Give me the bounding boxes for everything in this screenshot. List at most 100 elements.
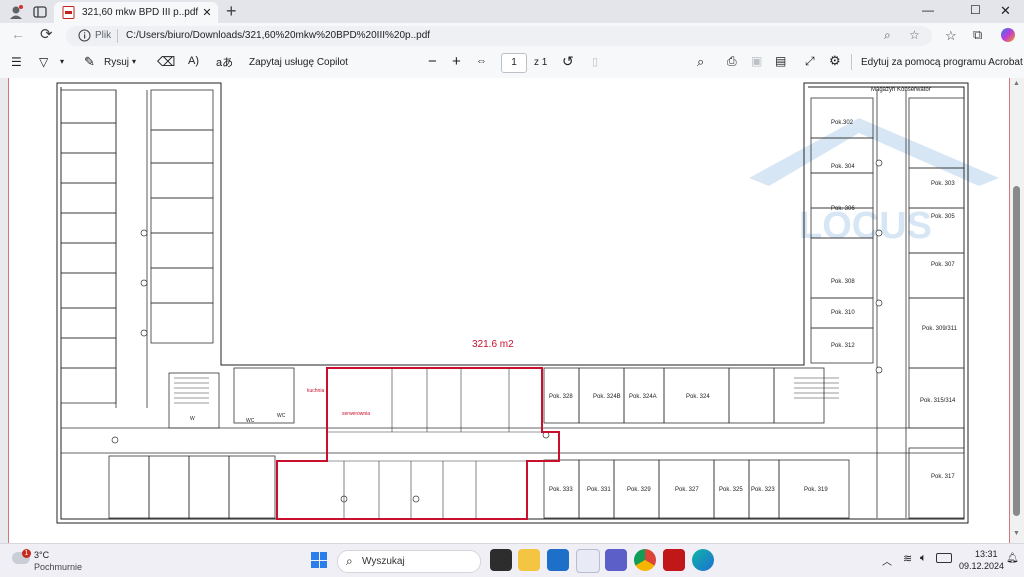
zoom-out-button[interactable]: − bbox=[428, 53, 437, 70]
battery-icon[interactable] bbox=[936, 553, 952, 563]
edge-icon[interactable] bbox=[692, 549, 714, 571]
separator bbox=[851, 54, 852, 70]
chevron-down-icon[interactable]: ▾ bbox=[132, 57, 136, 66]
page-total: z 1 bbox=[534, 57, 548, 68]
search-placeholder: Wyszukaj bbox=[362, 556, 405, 567]
notepad-icon[interactable] bbox=[576, 549, 600, 573]
read-aloud-icon[interactable]: A) bbox=[188, 55, 199, 67]
room-label: Pok. 331 bbox=[587, 487, 611, 493]
tab-actions-icon[interactable] bbox=[33, 5, 47, 19]
room-label: Pok.302 bbox=[831, 120, 854, 126]
room-label: Pok. 315/314 bbox=[920, 398, 956, 404]
search-icon: ⌕ bbox=[346, 554, 353, 568]
draw-label[interactable]: Rysuj bbox=[104, 57, 129, 68]
room-label: Pok. 323 bbox=[751, 487, 775, 493]
eraser-icon[interactable]: ⌫ bbox=[157, 54, 175, 70]
room-label: Pok. 312 bbox=[831, 343, 855, 349]
zoom-icon[interactable]: ⌕ bbox=[884, 28, 891, 43]
separator bbox=[117, 29, 118, 43]
title-bar: 321,60 mkw BPD III p..pdf ✕ + — ☐ ✕ bbox=[0, 0, 1024, 23]
save-as-icon[interactable]: ▤ bbox=[775, 54, 786, 68]
w-label: W bbox=[190, 416, 195, 422]
page-number-input[interactable]: 1 bbox=[501, 53, 527, 73]
clock-time[interactable]: 13:31 bbox=[975, 549, 998, 559]
url-text[interactable]: C:/Users/biuro/Downloads/321,60%20mkw%20… bbox=[126, 30, 430, 41]
room-label: Pok. 304 bbox=[831, 164, 855, 170]
room-label: Pok. 309/311 bbox=[922, 326, 957, 332]
taskbar: 1 3°C Pochmurnie ⌕ Wyszukaj ︿ ≋ 🔈︎ 13:31… bbox=[0, 543, 1024, 577]
teams-icon[interactable] bbox=[605, 549, 627, 571]
room-label: Pok. 324A bbox=[629, 394, 657, 400]
notification-bell-icon[interactable]: 🔔︎ bbox=[1006, 553, 1019, 564]
watermark-logo: LOCUS bbox=[749, 118, 999, 247]
tab-pdf[interactable]: 321,60 mkw BPD III p..pdf ✕ bbox=[54, 2, 218, 23]
scroll-down-icon[interactable]: ▼ bbox=[1013, 530, 1020, 537]
room-label: Pok. 306 bbox=[831, 206, 855, 212]
highlight-icon[interactable]: ▽ bbox=[39, 55, 48, 69]
area-label: 321.6 m2 bbox=[472, 339, 514, 350]
task-view-icon[interactable] bbox=[490, 549, 512, 571]
two-page-icon[interactable]: ▯ bbox=[592, 55, 598, 68]
room-label: Pok. 328 bbox=[549, 394, 573, 400]
refresh-icon[interactable]: ⟳ bbox=[40, 25, 53, 43]
svg-text:LOCUS: LOCUS bbox=[799, 205, 932, 247]
store-icon[interactable] bbox=[547, 549, 569, 571]
fit-page-icon[interactable]: ⇔ bbox=[476, 55, 487, 67]
gear-icon[interactable]: ⚙ bbox=[829, 53, 841, 69]
room-label: Pok. 308 bbox=[831, 279, 855, 285]
maximize-button[interactable]: ☐ bbox=[970, 3, 981, 17]
room-label: Pok. 317 bbox=[931, 474, 955, 480]
file-label: Plik bbox=[95, 30, 112, 41]
favorite-star-icon[interactable]: ☆ bbox=[909, 28, 920, 42]
room-label: Pok. 324B bbox=[593, 394, 621, 400]
close-tab-icon[interactable]: ✕ bbox=[202, 7, 212, 19]
kitchen-label: kuchnia bbox=[307, 388, 325, 394]
draw-icon[interactable]: ✎ bbox=[84, 54, 95, 70]
weather-badge: 1 bbox=[22, 549, 31, 558]
save-icon[interactable]: ▣ bbox=[751, 54, 762, 68]
info-icon bbox=[78, 29, 91, 42]
print-icon[interactable]: ⎙ bbox=[727, 54, 737, 69]
chrome-icon[interactable] bbox=[634, 549, 656, 571]
rotate-icon[interactable]: ↺ bbox=[562, 53, 574, 70]
contents-icon[interactable]: ☰ bbox=[11, 55, 22, 69]
clock-date[interactable]: 09.12.2024 bbox=[959, 561, 1004, 571]
translate-icon[interactable]: aあ bbox=[216, 54, 233, 70]
chevron-up-icon[interactable]: ︿ bbox=[882, 553, 892, 568]
weather-desc[interactable]: Pochmurnie bbox=[34, 562, 82, 572]
search-icon[interactable]: ⌕ bbox=[697, 54, 704, 70]
scroll-thumb[interactable] bbox=[1013, 186, 1020, 516]
room-label: Pok. 310 bbox=[831, 310, 855, 316]
edit-acrobat-label[interactable]: Edytuj za pomocą programu Acrobat bbox=[861, 57, 1023, 68]
weather-temp[interactable]: 3°C bbox=[34, 550, 49, 560]
room-label: Pok. 305 bbox=[931, 214, 955, 220]
fullscreen-icon[interactable]: ⤢ bbox=[805, 54, 815, 69]
room-label: Pok. 333 bbox=[549, 487, 573, 493]
pdf-icon bbox=[62, 6, 75, 19]
new-tab-button[interactable]: + bbox=[226, 1, 237, 22]
copilot-icon[interactable] bbox=[1001, 28, 1015, 42]
top-room-label: Magazyn Konserwator bbox=[871, 87, 931, 93]
wifi-icon[interactable]: ≋ bbox=[903, 552, 912, 565]
server-room-label: serwerownia bbox=[342, 411, 371, 417]
zoom-in-button[interactable]: + bbox=[452, 53, 461, 70]
volume-icon[interactable]: 🔈︎ bbox=[920, 552, 927, 565]
close-window-button[interactable]: ✕ bbox=[1000, 3, 1011, 19]
scroll-up-icon[interactable]: ▲ bbox=[1013, 80, 1020, 87]
mcafee-icon[interactable] bbox=[663, 549, 685, 571]
scrollbar[interactable]: ▲ ▼ bbox=[1010, 78, 1024, 543]
room-label: Pok. 319 bbox=[804, 487, 828, 493]
favorites-icon[interactable]: ☆ bbox=[945, 28, 957, 44]
copilot-label[interactable]: Zapytaj usługę Copilot bbox=[249, 57, 348, 68]
extensions-icon[interactable]: ⧉ bbox=[973, 27, 982, 43]
profile-icon[interactable] bbox=[8, 4, 24, 20]
back-icon[interactable]: ← bbox=[11, 26, 25, 42]
search-box[interactable]: ⌕ Wyszukaj bbox=[337, 550, 481, 573]
windows-start-icon[interactable] bbox=[311, 552, 327, 568]
room-label: Pok. 324 bbox=[686, 394, 710, 400]
chevron-down-icon[interactable]: ▾ bbox=[60, 57, 64, 66]
address-bar[interactable]: Plik C:/Users/biuro/Downloads/321,60%20m… bbox=[66, 26, 932, 46]
minimize-button[interactable]: — bbox=[922, 3, 934, 17]
room-label: Pok. 307 bbox=[931, 262, 955, 268]
file-explorer-icon[interactable] bbox=[518, 549, 540, 571]
